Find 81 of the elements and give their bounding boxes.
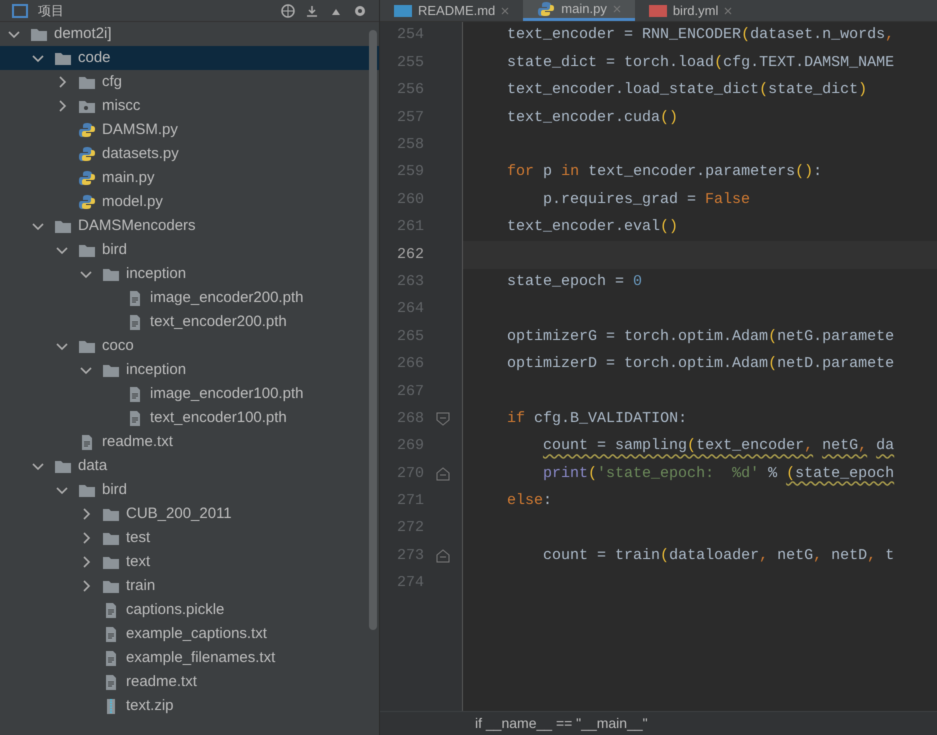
folder-icon <box>78 242 96 258</box>
tree-item[interactable]: main.py <box>0 166 379 190</box>
folder-icon <box>54 458 72 474</box>
folder-icon <box>102 362 120 378</box>
project-icon[interactable] <box>12 4 28 18</box>
line-number: 262 <box>396 244 425 265</box>
folder-icon <box>54 50 72 66</box>
python-file-icon <box>78 146 96 162</box>
tree-item[interactable]: test <box>0 526 379 550</box>
code-line: text_encoder.cuda() <box>506 108 678 128</box>
code-line: count = sampling(text_encoder, netG, da <box>542 436 894 456</box>
tree-item[interactable]: example_captions.txt <box>0 622 379 646</box>
tree-item[interactable]: inception <box>0 358 379 382</box>
code-line: if cfg.B_VALIDATION: <box>506 408 688 429</box>
tree-item[interactable]: miscc <box>0 94 379 118</box>
code-line: p.requires_grad = False <box>542 190 750 210</box>
fold-marker-icon[interactable] <box>436 549 450 564</box>
tree-item[interactable]: code <box>0 46 379 70</box>
tree-item[interactable]: datasets.py <box>0 142 379 166</box>
tree-item[interactable]: coco <box>0 334 379 358</box>
close-icon[interactable] <box>724 6 732 14</box>
tree-item[interactable]: DAMSM.py <box>0 118 379 142</box>
code-line: text_encoder = RNN_ENCODER(dataset.n_words, <box>506 25 894 46</box>
folder-icon <box>102 266 120 282</box>
tree-item[interactable]: bird <box>0 478 379 502</box>
settings-icon[interactable] <box>353 4 367 18</box>
folder-icon <box>30 26 48 42</box>
locate-icon[interactable] <box>281 4 295 18</box>
tree-item[interactable]: text <box>0 550 379 574</box>
folder-icon <box>78 482 96 498</box>
editor-tab[interactable]: main.py <box>523 0 635 21</box>
tree-item[interactable]: text.zip <box>0 694 379 718</box>
tree-item[interactable]: example_filenames.txt <box>0 646 379 670</box>
tree-item[interactable]: text_encoder200.pth <box>0 310 379 334</box>
tree-item[interactable]: cfg <box>0 70 379 94</box>
tree-item[interactable]: readme.txt <box>0 430 379 454</box>
python-file-icon <box>78 194 96 210</box>
folder-icon <box>102 554 120 570</box>
code-line: for p in text_encoder.parameters(): <box>506 162 822 182</box>
python-file-icon <box>537 1 556 17</box>
folder-icon <box>78 74 96 90</box>
code-line: else: <box>506 491 552 512</box>
code-line: print('state_epoch: %d' % (state_epoch <box>542 464 894 484</box>
scrollbar-thumb[interactable] <box>369 30 377 630</box>
folder-icon <box>102 578 120 594</box>
tree-item[interactable]: bird <box>0 238 379 262</box>
markdown-file-icon <box>394 4 412 16</box>
tree-item[interactable]: DAMSMencoders <box>0 214 379 238</box>
tree-item[interactable]: train <box>0 574 379 598</box>
code-line: text_encoder.load_state_dict(state_dict) <box>506 80 868 100</box>
code-line: count = train(dataloader, netG, netD, t <box>542 546 894 566</box>
editor-tab[interactable]: README.md <box>380 0 524 21</box>
tree-item[interactable]: image_encoder100.pth <box>0 382 379 406</box>
tree-item[interactable]: captions.pickle <box>0 598 379 622</box>
folder-icon <box>78 338 96 354</box>
breadcrumb[interactable]: if __name__ == "__main__" <box>380 711 937 735</box>
editor-tab[interactable]: bird.yml <box>634 0 746 21</box>
tree-item[interactable]: text_encoder100.pth <box>0 406 379 430</box>
code-line: state_dict = torch.load(cfg.TEXT.DAMSM_NAME <box>506 52 894 73</box>
folder-icon <box>102 506 120 522</box>
panel-title[interactable]: 项目 <box>38 0 64 20</box>
code-line: optimizerD = torch.optim.Adam(netD.paramete <box>506 354 894 374</box>
package-folder-icon <box>78 98 96 114</box>
code-line: text_encoder.eval() <box>506 217 678 238</box>
tree-item[interactable]: CUB_200_2011 <box>0 502 379 526</box>
tree-item[interactable]: demot2i] <box>0 22 379 46</box>
tree-item[interactable]: image_encoder200.pth <box>0 286 379 310</box>
tree-item[interactable]: data <box>0 454 379 478</box>
folder-icon <box>54 218 72 234</box>
tree-item[interactable]: model.py <box>0 190 379 214</box>
yaml-file-icon <box>648 4 667 16</box>
tree-item[interactable]: inception <box>0 262 379 286</box>
fold-marker-icon[interactable] <box>436 466 450 481</box>
python-file-icon <box>78 170 96 186</box>
code-line: state_epoch = 0 <box>506 272 642 292</box>
tree-item[interactable]: readme.txt <box>0 670 379 694</box>
code-line: optimizerG = torch.optim.Adam(netG.paramete <box>506 326 894 347</box>
fold-marker-icon[interactable] <box>436 412 450 426</box>
folder-icon <box>102 530 120 546</box>
python-file-icon <box>78 122 96 138</box>
close-icon[interactable] <box>501 6 510 14</box>
